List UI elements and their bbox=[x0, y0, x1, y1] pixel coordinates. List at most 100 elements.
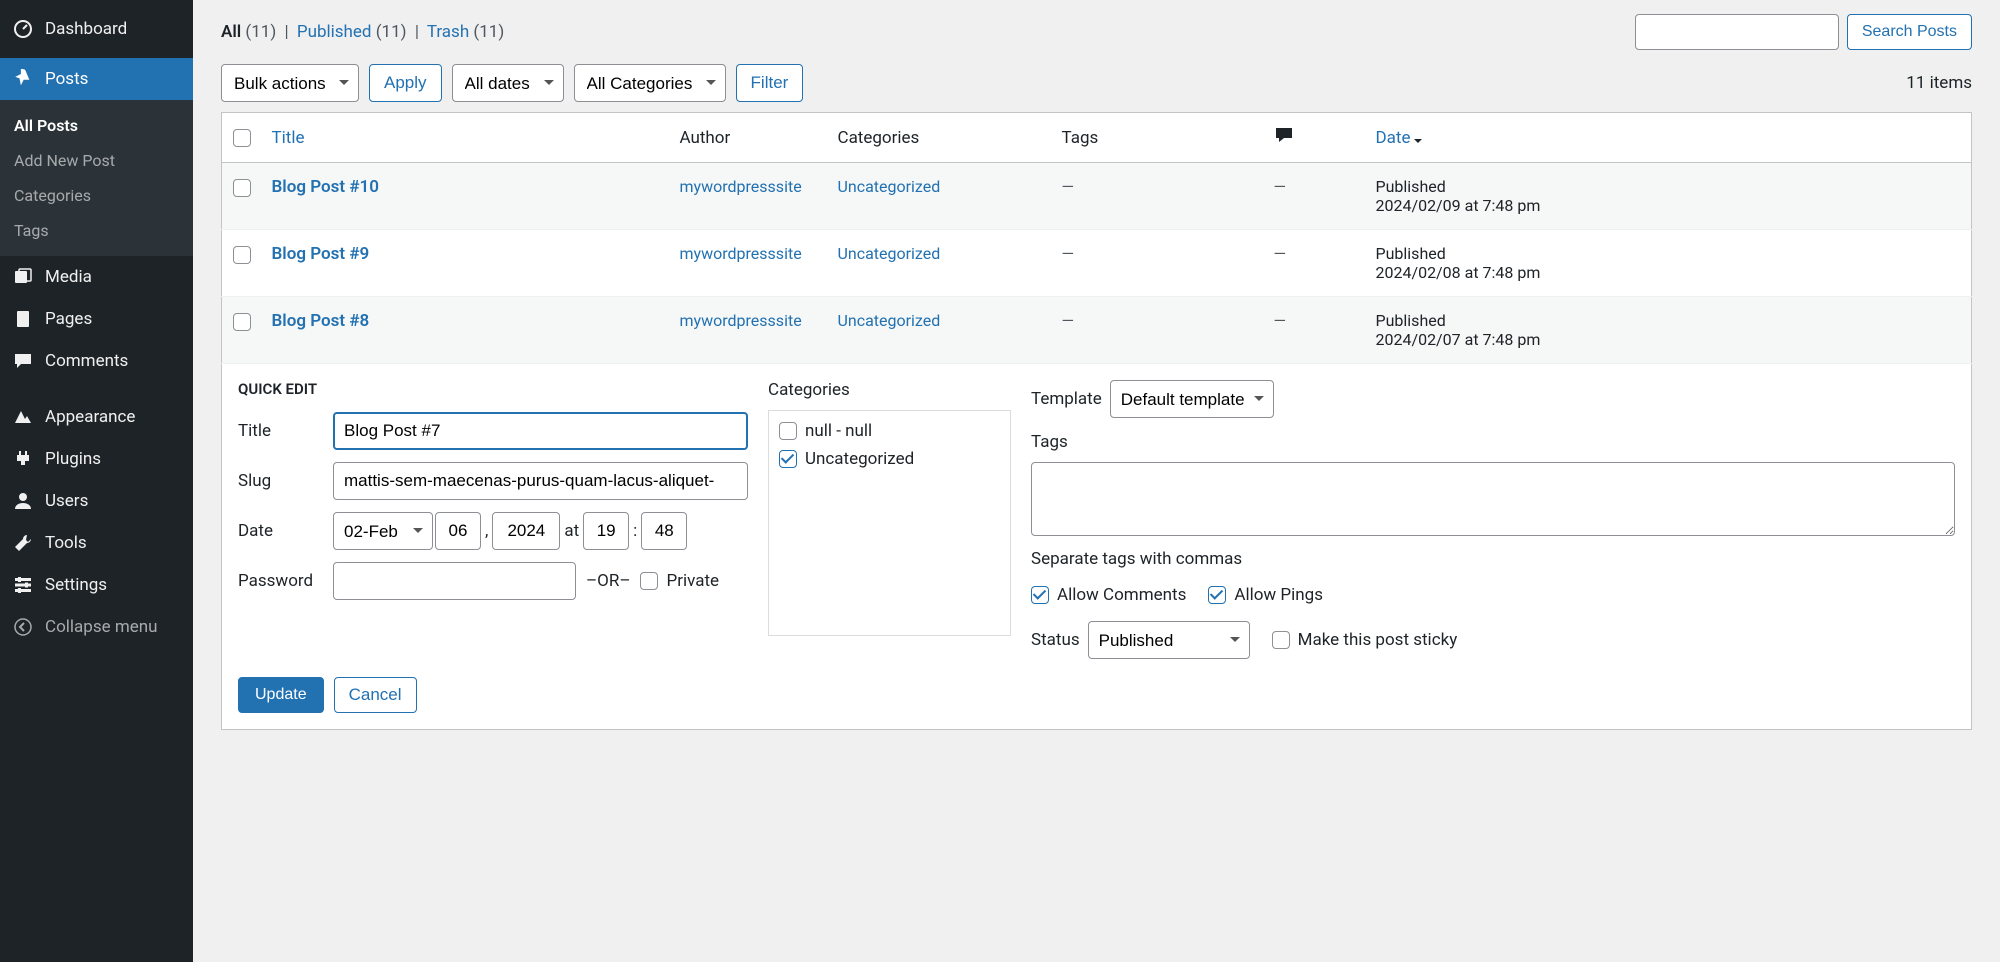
qe-day-input[interactable] bbox=[435, 512, 481, 550]
table-row: Blog Post #10 mywordpresssite Uncategori… bbox=[222, 163, 1972, 230]
submenu-add-new[interactable]: Add New Post bbox=[0, 143, 193, 178]
qe-cat-item-uncategorized[interactable]: Uncategorized bbox=[779, 449, 1000, 469]
author-link[interactable]: mywordpresssite bbox=[670, 230, 828, 297]
sidebar-label: Posts bbox=[45, 69, 88, 89]
cancel-button[interactable]: Cancel bbox=[334, 677, 417, 713]
sidebar-item-settings[interactable]: Settings bbox=[0, 564, 193, 606]
search-input[interactable] bbox=[1635, 14, 1839, 50]
category-link[interactable]: Uncategorized bbox=[828, 230, 1052, 297]
qe-min-input[interactable] bbox=[641, 512, 687, 550]
submenu-all-posts[interactable]: All Posts bbox=[0, 108, 193, 143]
search-posts-button[interactable]: Search Posts bbox=[1847, 14, 1972, 50]
qe-slug-input[interactable] bbox=[333, 462, 748, 500]
filter-row: Bulk actions Apply All dates All Categor… bbox=[221, 64, 1972, 102]
qe-hour-input[interactable] bbox=[583, 512, 629, 550]
pages-icon bbox=[12, 308, 34, 330]
qe-cat-checkbox[interactable] bbox=[779, 422, 797, 440]
sidebar-label: Tools bbox=[45, 533, 87, 553]
col-date[interactable]: Date bbox=[1366, 113, 1972, 163]
qe-allow-comments-checkbox[interactable] bbox=[1031, 586, 1049, 604]
qe-title-input[interactable] bbox=[333, 412, 748, 450]
qe-cat-checkbox[interactable] bbox=[779, 450, 797, 468]
apply-button[interactable]: Apply bbox=[369, 64, 442, 102]
qe-tags-input[interactable] bbox=[1031, 462, 1955, 536]
qe-label-password: Password bbox=[238, 571, 333, 591]
comment-icon bbox=[1274, 125, 1294, 145]
row-checkbox[interactable] bbox=[233, 246, 251, 264]
qe-template-label: Template bbox=[1031, 389, 1102, 409]
qe-label-slug: Slug bbox=[238, 471, 333, 491]
row-checkbox[interactable] bbox=[233, 313, 251, 331]
filter-published[interactable]: Published bbox=[297, 22, 372, 42]
qe-or-label: –OR– bbox=[586, 571, 630, 591]
bulk-actions-select[interactable]: Bulk actions bbox=[221, 64, 359, 102]
author-link[interactable]: mywordpresssite bbox=[670, 297, 828, 364]
qe-sticky-checkbox[interactable] bbox=[1272, 631, 1290, 649]
author-link[interactable]: mywordpresssite bbox=[670, 163, 828, 230]
filter-all[interactable]: All bbox=[221, 22, 241, 42]
sidebar-label: Comments bbox=[45, 351, 128, 371]
filter-button[interactable]: Filter bbox=[736, 64, 804, 102]
sidebar-item-appearance[interactable]: Appearance bbox=[0, 396, 193, 438]
sidebar-item-tools[interactable]: Tools bbox=[0, 522, 193, 564]
sidebar-item-comments[interactable]: Comments bbox=[0, 340, 193, 382]
sidebar-item-media[interactable]: Media bbox=[0, 256, 193, 298]
qe-allow-pings-label: Allow Pings bbox=[1234, 585, 1323, 605]
col-categories[interactable]: Categories bbox=[828, 113, 1052, 163]
top-row: All (11) | Published (11) | Trash (11) S… bbox=[221, 0, 1972, 50]
qe-private-checkbox[interactable] bbox=[640, 572, 658, 590]
category-link[interactable]: Uncategorized bbox=[828, 163, 1052, 230]
qe-tags-label: Tags bbox=[1031, 432, 1955, 452]
post-title-link[interactable]: Blog Post #9 bbox=[272, 244, 370, 264]
sidebar-item-users[interactable]: Users bbox=[0, 480, 193, 522]
qe-status-label: Status bbox=[1031, 630, 1080, 650]
tools-icon bbox=[12, 532, 34, 554]
qe-year-input[interactable] bbox=[492, 512, 560, 550]
post-title-link[interactable]: Blog Post #8 bbox=[272, 311, 370, 331]
category-filter-select[interactable]: All Categories bbox=[574, 64, 726, 102]
qe-month-select[interactable]: 02-Feb bbox=[333, 512, 433, 550]
sidebar-label: Media bbox=[45, 267, 92, 287]
filter-trash[interactable]: Trash bbox=[427, 22, 469, 42]
filter-trash-count: (11) bbox=[473, 22, 504, 42]
qe-cat-item-null[interactable]: null - null bbox=[779, 421, 1000, 441]
qe-password-input[interactable] bbox=[333, 562, 576, 600]
qe-categories-box: null - null Uncategorized bbox=[768, 410, 1011, 636]
sidebar-item-plugins[interactable]: Plugins bbox=[0, 438, 193, 480]
date-cell: Published2024/02/09 at 7:48 pm bbox=[1366, 163, 1972, 230]
pin-icon bbox=[12, 68, 34, 90]
tags-cell: — bbox=[1062, 177, 1075, 196]
submenu-tags[interactable]: Tags bbox=[0, 213, 193, 248]
sidebar-item-dashboard[interactable]: Dashboard bbox=[0, 8, 193, 50]
submenu-categories[interactable]: Categories bbox=[0, 178, 193, 213]
sidebar-item-pages[interactable]: Pages bbox=[0, 298, 193, 340]
category-link[interactable]: Uncategorized bbox=[828, 297, 1052, 364]
qe-label-title: Title bbox=[238, 421, 333, 441]
sidebar-collapse[interactable]: Collapse menu bbox=[0, 606, 193, 648]
col-tags[interactable]: Tags bbox=[1052, 113, 1264, 163]
qe-allow-pings-checkbox[interactable] bbox=[1208, 586, 1226, 604]
post-title-link[interactable]: Blog Post #10 bbox=[272, 177, 379, 197]
appearance-icon bbox=[12, 406, 34, 428]
date-cell: Published2024/02/08 at 7:48 pm bbox=[1366, 230, 1972, 297]
qe-status-select[interactable]: Published bbox=[1088, 621, 1250, 659]
filter-links: All (11) | Published (11) | Trash (11) bbox=[221, 22, 504, 42]
comments-cell: — bbox=[1274, 177, 1287, 196]
table-row: Blog Post #9 mywordpresssite Uncategoriz… bbox=[222, 230, 1972, 297]
date-filter-select[interactable]: All dates bbox=[452, 64, 564, 102]
qe-categories-label: Categories bbox=[768, 380, 1011, 400]
qe-at-label: at bbox=[564, 521, 579, 541]
filter-all-count: (11) bbox=[245, 22, 276, 42]
col-comments[interactable] bbox=[1264, 113, 1366, 163]
col-title[interactable]: Title bbox=[262, 113, 670, 163]
qe-template-select[interactable]: Default template bbox=[1110, 380, 1274, 418]
qe-allow-comments-label: Allow Comments bbox=[1057, 585, 1186, 605]
qe-sticky-label: Make this post sticky bbox=[1298, 630, 1458, 650]
sidebar-label: Plugins bbox=[45, 449, 101, 469]
row-checkbox[interactable] bbox=[233, 179, 251, 197]
sidebar-item-posts[interactable]: Posts bbox=[0, 58, 193, 100]
select-all-checkbox[interactable] bbox=[233, 129, 251, 147]
quick-edit-heading: QUICK EDIT bbox=[238, 380, 748, 398]
update-button[interactable]: Update bbox=[238, 677, 324, 713]
col-author[interactable]: Author bbox=[670, 113, 828, 163]
